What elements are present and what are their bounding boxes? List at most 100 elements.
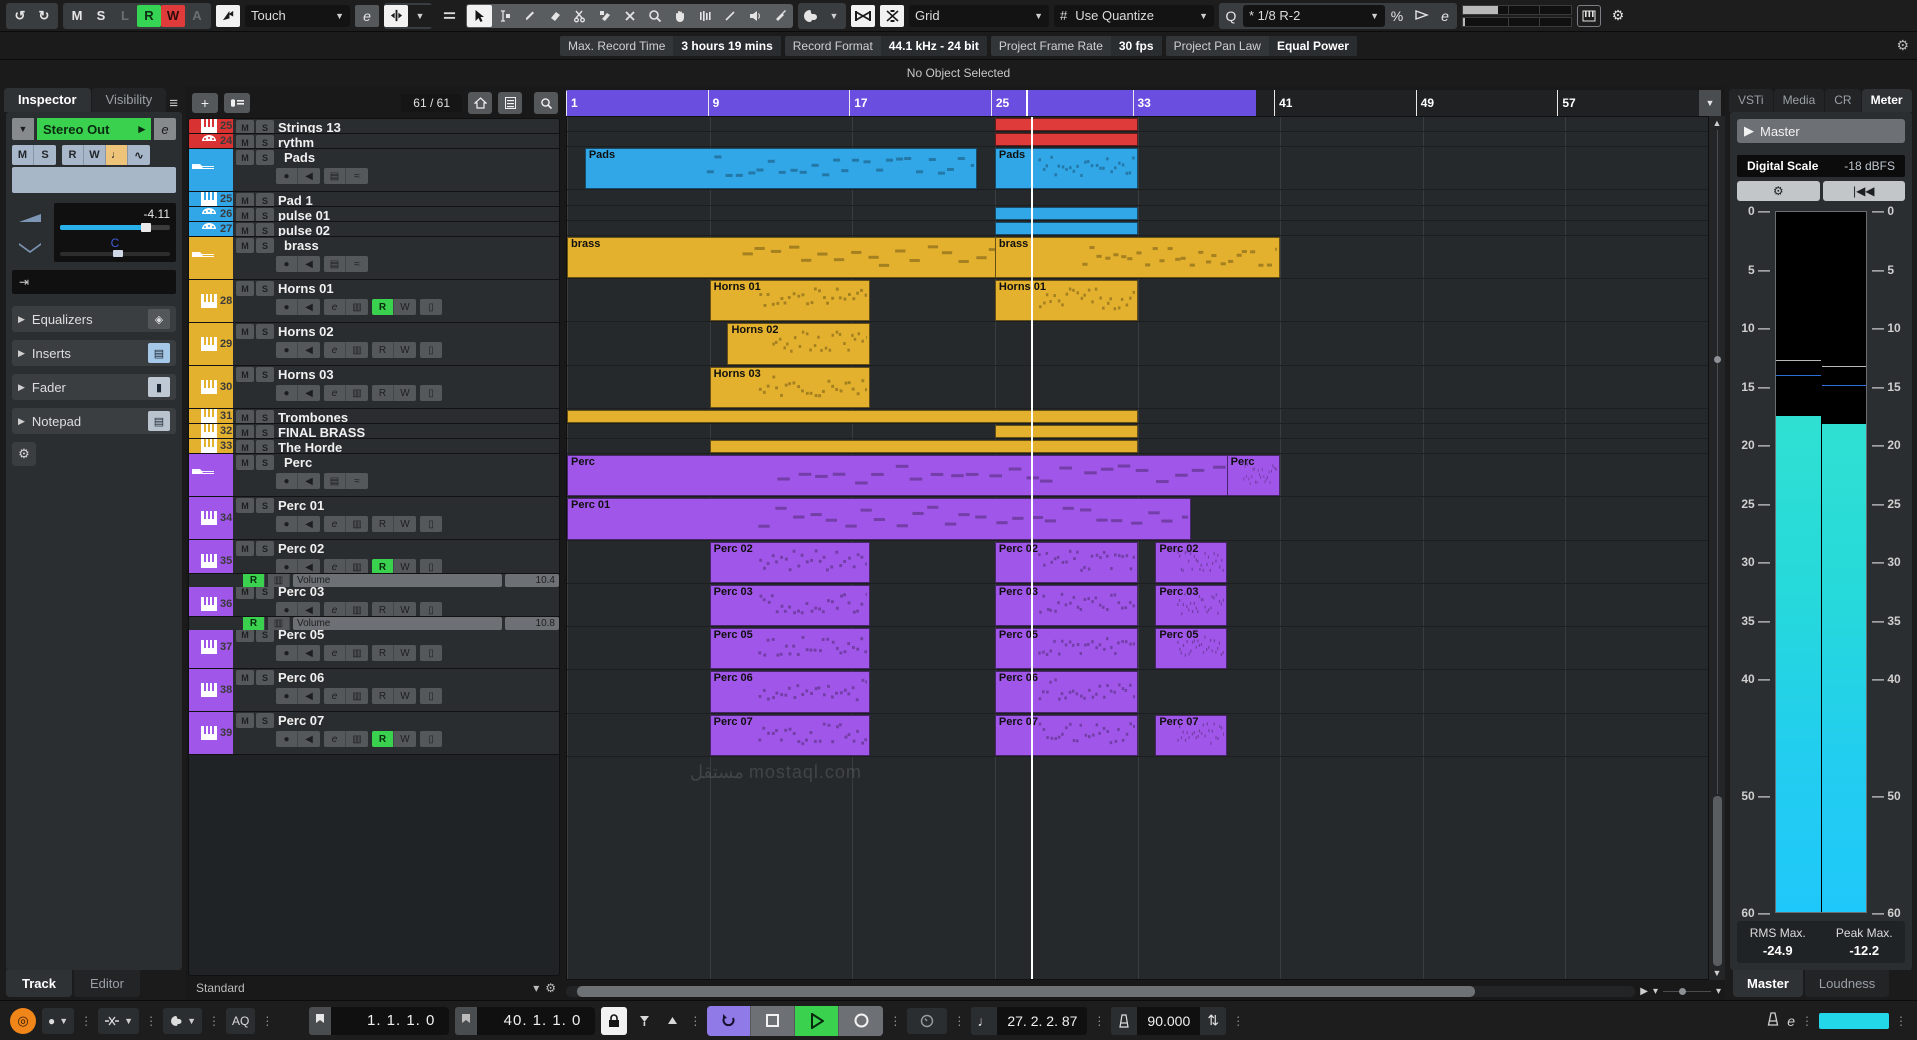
track-search-icon[interactable] bbox=[534, 92, 558, 114]
transport-handle-dots-6[interactable]: ⋮ bbox=[889, 1014, 901, 1028]
inspector-setup-gear-icon[interactable]: ⚙ bbox=[12, 442, 36, 466]
arrangement-event[interactable]: Horns 01 bbox=[995, 280, 1138, 321]
transport-handle-dots-10[interactable]: ⋮ bbox=[1801, 1014, 1813, 1028]
track-edit-button[interactable]: e bbox=[324, 731, 346, 747]
snap-magnet-icon[interactable] bbox=[880, 5, 904, 27]
track-row[interactable]: 39 M S Perc 07 ● ◀ e ▥ R W ▯ bbox=[189, 712, 559, 755]
track-monitor-button[interactable]: ◀ bbox=[298, 168, 320, 184]
vertical-zoom-slider[interactable] bbox=[1717, 130, 1718, 794]
erase-tool-icon[interactable] bbox=[542, 5, 567, 27]
tempo-field[interactable]: 90.000 ⇅ bbox=[1111, 1007, 1226, 1035]
automation-write-button[interactable]: W bbox=[161, 5, 185, 27]
info-value[interactable]: Equal Power bbox=[1269, 36, 1357, 56]
arrangement-event[interactable]: Horns 02 bbox=[727, 323, 870, 364]
track-record-button[interactable]: ● bbox=[276, 385, 298, 401]
track-name[interactable]: Horns 03 bbox=[278, 367, 334, 382]
track-solo-button[interactable]: S bbox=[256, 135, 274, 148]
horizontal-zoom-slider[interactable] bbox=[1663, 987, 1711, 996]
bypass-icon[interactable]: ∿ bbox=[128, 145, 150, 165]
vertical-scrollbar[interactable]: ▲ ▼ bbox=[1709, 116, 1725, 980]
track-row[interactable]: 27 M Spulse 02 bbox=[189, 222, 559, 237]
track-color-strip[interactable]: 37 bbox=[189, 626, 233, 668]
track-instrument-button[interactable]: ▥ bbox=[346, 645, 368, 661]
track-list[interactable]: 25 M S Strings 13 24 M Srythm M S Pads ● ◀ ▤ ≈25 M S Pad… bbox=[188, 118, 560, 976]
track-record-button[interactable]: ● bbox=[276, 645, 298, 661]
info-value[interactable]: 30 fps bbox=[1111, 36, 1162, 56]
primary-time-value[interactable]: 27. 2. 2. 87 bbox=[997, 1007, 1087, 1035]
horizontal-scrollbar[interactable] bbox=[566, 986, 1635, 997]
tab-track[interactable]: Track bbox=[6, 970, 72, 997]
automation-param-value[interactable]: 10.4 bbox=[505, 574, 559, 587]
track-edit-button[interactable]: e bbox=[324, 688, 346, 704]
color-tool-icon[interactable] bbox=[767, 5, 792, 27]
track-monitor-button[interactable]: ◀ bbox=[298, 645, 320, 661]
tab-visibility[interactable]: Visibility bbox=[92, 88, 167, 112]
line-tool-icon[interactable] bbox=[717, 5, 742, 27]
info-line-setup-gear-icon[interactable]: ⚙ bbox=[1896, 37, 1909, 54]
track-color-strip[interactable]: 28 bbox=[189, 280, 233, 322]
track-solo-button[interactable]: S bbox=[256, 223, 274, 236]
arrangement-event[interactable]: Perc 07 bbox=[995, 715, 1138, 756]
left-locator-field[interactable]: 1. 1. 1. 0 bbox=[309, 1007, 449, 1035]
track-edit-button[interactable]: e bbox=[324, 516, 346, 532]
tab-inspector[interactable]: Inspector bbox=[4, 88, 91, 112]
arrangement-event[interactable]: Perc 05 bbox=[995, 628, 1138, 669]
global-solo-button[interactable]: S bbox=[89, 5, 113, 27]
track-edit-button[interactable]: e bbox=[324, 385, 346, 401]
arrangement-event[interactable]: Perc 07 bbox=[710, 715, 870, 756]
metronome-click-icon[interactable] bbox=[1765, 1011, 1781, 1030]
metronome-setup-icon[interactable]: e bbox=[1787, 1013, 1795, 1029]
track-row[interactable]: 29 M S Horns 02 ● ◀ e ▥ R W ▯ bbox=[189, 323, 559, 366]
snap-mode-select[interactable]: Grid ▼ bbox=[909, 5, 1049, 27]
palette-icon[interactable] bbox=[798, 5, 822, 27]
track-read-button[interactable]: R bbox=[372, 645, 394, 661]
left-zone-menu-icon[interactable]: ≡ bbox=[169, 95, 186, 112]
channel-edit-icon[interactable]: e bbox=[154, 118, 176, 140]
track-write-button[interactable]: W bbox=[394, 645, 416, 661]
track-mute-button[interactable]: M bbox=[236, 150, 254, 165]
track-edit-button[interactable]: e bbox=[324, 342, 346, 358]
write-button[interactable]: W bbox=[84, 145, 106, 165]
track-name[interactable]: Horns 01 bbox=[278, 281, 334, 296]
track-mute-button[interactable]: M bbox=[236, 455, 254, 470]
tab-meter[interactable]: Meter bbox=[1862, 89, 1912, 112]
track-color-strip[interactable]: 25 bbox=[189, 119, 233, 133]
track-name[interactable]: Perc 06 bbox=[278, 670, 324, 685]
arrangement-event[interactable]: brass bbox=[995, 237, 1280, 278]
object-selection-tool-icon[interactable] bbox=[467, 5, 492, 27]
automation-all-button[interactable]: A bbox=[185, 5, 209, 27]
track-list-down-icon[interactable]: ▾ bbox=[533, 981, 539, 995]
arrangement-event[interactable]: Perc bbox=[1227, 455, 1280, 496]
track-record-button[interactable]: ● bbox=[276, 688, 298, 704]
track-name[interactable]: Perc bbox=[278, 455, 312, 470]
track-instrument-button[interactable]: ▥ bbox=[346, 385, 368, 401]
arrangement-event[interactable]: Perc 03 bbox=[710, 585, 870, 626]
vertical-scroll-thumb[interactable] bbox=[1713, 796, 1722, 966]
automation-lane-row[interactable]: R ▥ Volume 10.8 bbox=[189, 616, 559, 630]
toolbar-setup-gear-icon[interactable]: ⚙ bbox=[1606, 5, 1630, 27]
prerolls-icon[interactable] bbox=[907, 1008, 947, 1034]
arrangement-event[interactable]: Perc 03 bbox=[1155, 585, 1226, 626]
automation-mode-select[interactable]: Touch ▼ bbox=[245, 5, 350, 27]
right-locator-value[interactable]: 40. 1. 1. 0 bbox=[477, 1007, 595, 1035]
folder-wave-view-button[interactable]: ≈ bbox=[346, 473, 368, 489]
track-row[interactable]: M S Perc ● ◀ ▤ ≈ bbox=[189, 454, 559, 497]
track-solo-button[interactable]: S bbox=[256, 410, 274, 423]
track-write-button[interactable]: W bbox=[394, 299, 416, 315]
arrangement-event[interactable]: Perc 02 bbox=[710, 542, 870, 583]
scroll-down-icon[interactable]: ▼ bbox=[1713, 968, 1722, 978]
track-row[interactable]: 31 M S Trombones bbox=[189, 409, 559, 424]
track-name[interactable]: Trombones bbox=[278, 410, 348, 423]
draw-tool-icon[interactable] bbox=[517, 5, 542, 27]
eq-curve-icon[interactable]: ◈ bbox=[148, 309, 170, 329]
automation-read-button[interactable]: R bbox=[243, 617, 265, 630]
track-solo-button[interactable]: S bbox=[256, 120, 274, 133]
track-mute-button[interactable]: M bbox=[236, 425, 254, 438]
locator-to-selection-icon[interactable] bbox=[633, 1008, 655, 1034]
arrangement-event[interactable] bbox=[567, 410, 1138, 423]
tab-media[interactable]: Media bbox=[1774, 89, 1825, 112]
tempo-stepper-icon[interactable]: ⇅ bbox=[1200, 1012, 1226, 1029]
transport-handle-dots-11[interactable]: ⋮ bbox=[1895, 1014, 1907, 1028]
track-lanes-button[interactable]: ▯ bbox=[420, 299, 442, 315]
track-mute-button[interactable]: M bbox=[236, 193, 254, 206]
